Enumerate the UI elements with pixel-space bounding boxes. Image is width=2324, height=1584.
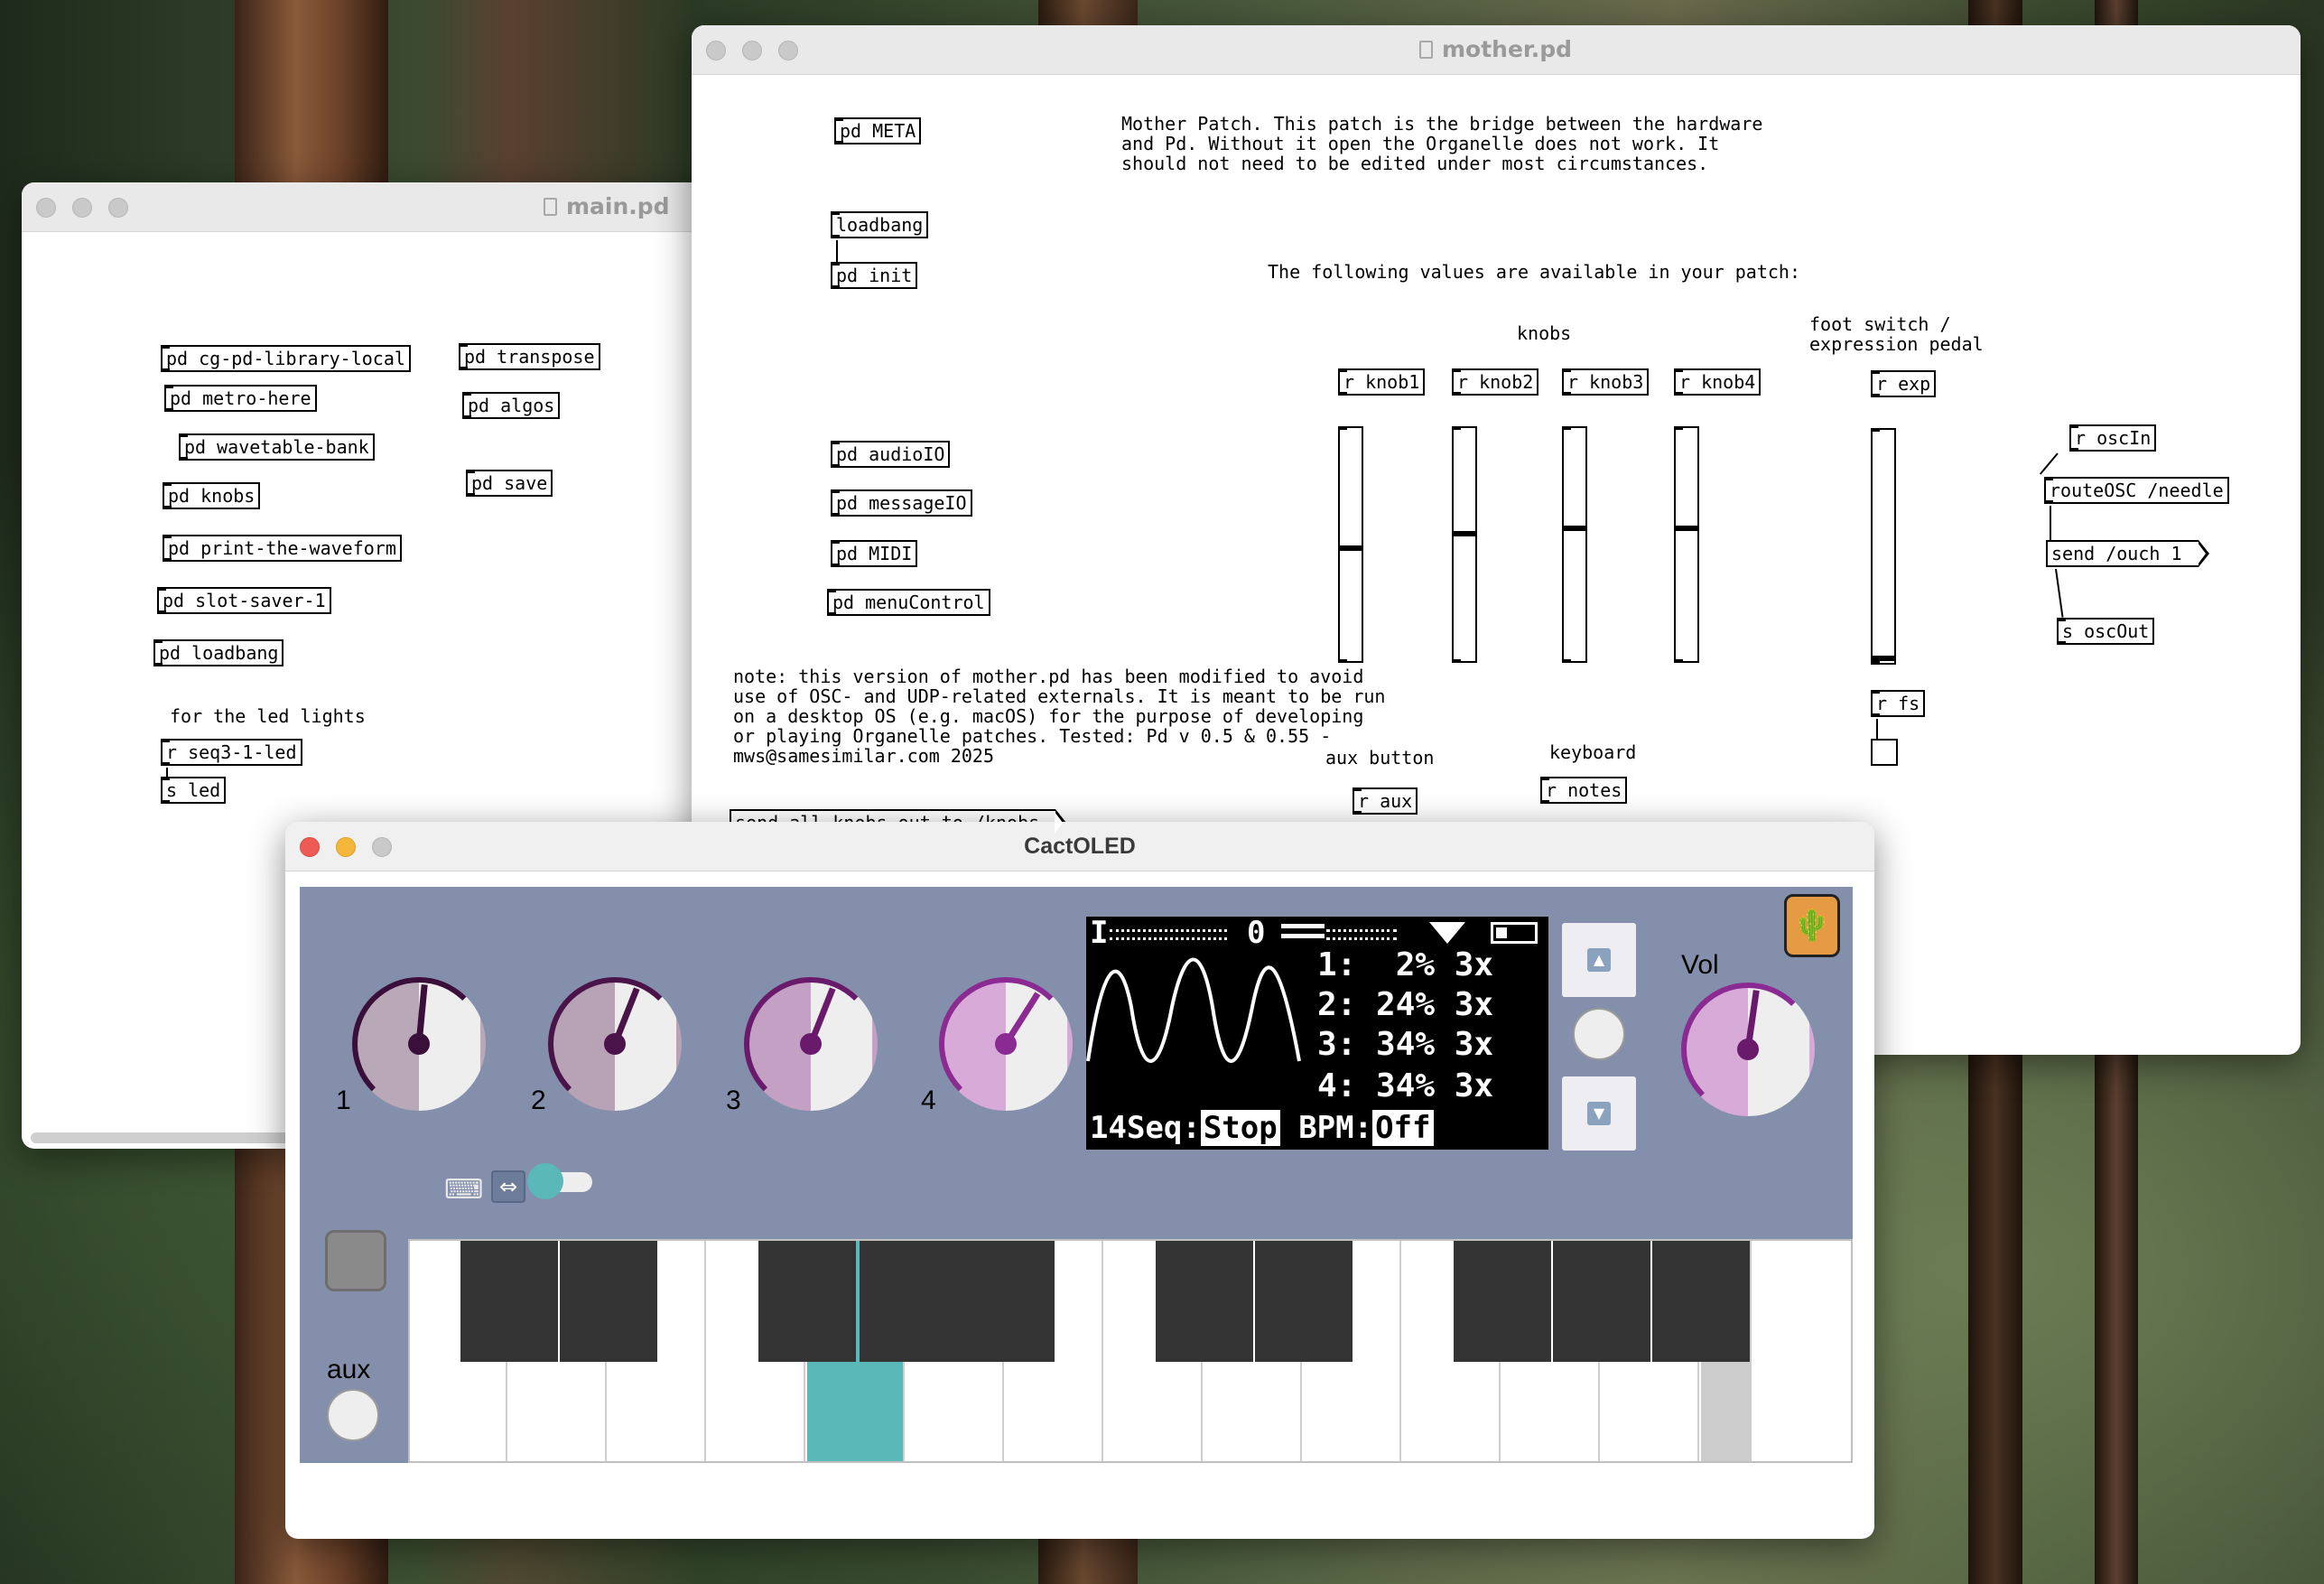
black-key[interactable] (1156, 1241, 1253, 1362)
aux-label: aux (327, 1355, 371, 1384)
up-button[interactable]: ▲ (1562, 923, 1636, 997)
aux-button[interactable] (327, 1389, 379, 1441)
oled-dots (1110, 929, 1227, 940)
knob-4-label: 4 (921, 1086, 936, 1115)
black-key[interactable] (1652, 1241, 1750, 1362)
knob-2-label: 2 (531, 1086, 546, 1115)
keyboard-icon[interactable]: ⌨ (444, 1174, 483, 1206)
oled-off-badge: Off (1372, 1110, 1434, 1146)
vol-knob-hub (1737, 1039, 1759, 1060)
knob-1-hub (408, 1033, 430, 1055)
oled-dots (1326, 929, 1397, 940)
toggle-switch-thumb (527, 1163, 563, 1199)
black-key[interactable] (1454, 1241, 1551, 1362)
oled-bpm-label: BPM: (1279, 1110, 1373, 1146)
knob-3-hub (800, 1033, 822, 1055)
knob-2-hub (604, 1033, 626, 1055)
black-key[interactable] (758, 1241, 856, 1362)
toggle-icon[interactable]: ⇔ (491, 1170, 525, 1203)
oled-display: I 0 1: 2% 3x 2: 24% 3x 3: 34% 3x 4: 34% … (1086, 917, 1548, 1150)
down-button[interactable]: ▼ (1562, 1076, 1636, 1151)
oled-bar (1281, 924, 1325, 938)
toggle-switch[interactable] (527, 1163, 592, 1199)
black-key[interactable] (1255, 1241, 1353, 1362)
oled-battery-icon (1491, 922, 1538, 944)
oled-line-1: 1: 2% 3x (1317, 946, 1494, 983)
vol-label: Vol (1681, 950, 1719, 980)
encoder-button[interactable] (1573, 1008, 1625, 1060)
oled-line-3: 3: 34% 3x (1317, 1026, 1494, 1063)
black-key[interactable] (560, 1241, 657, 1362)
oled-status-left: I (1090, 917, 1109, 951)
footswitch-button[interactable] (325, 1230, 386, 1291)
knob-4-hub (995, 1033, 1017, 1055)
down-arrow-icon: ▼ (1587, 1102, 1611, 1125)
white-key[interactable] (1752, 1241, 1851, 1461)
black-key[interactable] (1553, 1241, 1650, 1362)
oled-line-4: 4: 34% 3x (1317, 1067, 1494, 1104)
oled-seq-label: 14Seq: (1090, 1110, 1201, 1146)
knob-3-label: 3 (726, 1086, 741, 1115)
black-key[interactable] (858, 1241, 957, 1362)
black-key[interactable] (460, 1241, 558, 1362)
oled-waveform (1086, 957, 1301, 1063)
black-key[interactable] (957, 1241, 1055, 1362)
oled-status-mid: 0 (1247, 917, 1266, 951)
knob-1-label: 1 (336, 1086, 351, 1115)
up-arrow-icon: ▲ (1587, 948, 1611, 972)
oled-bottom-line: 14Seq:Stop BPM:Off (1090, 1110, 1434, 1146)
oled-stop-badge: Stop (1200, 1110, 1280, 1146)
oled-triangle-icon (1429, 922, 1465, 944)
oled-line-2: 2: 24% 3x (1317, 986, 1494, 1023)
